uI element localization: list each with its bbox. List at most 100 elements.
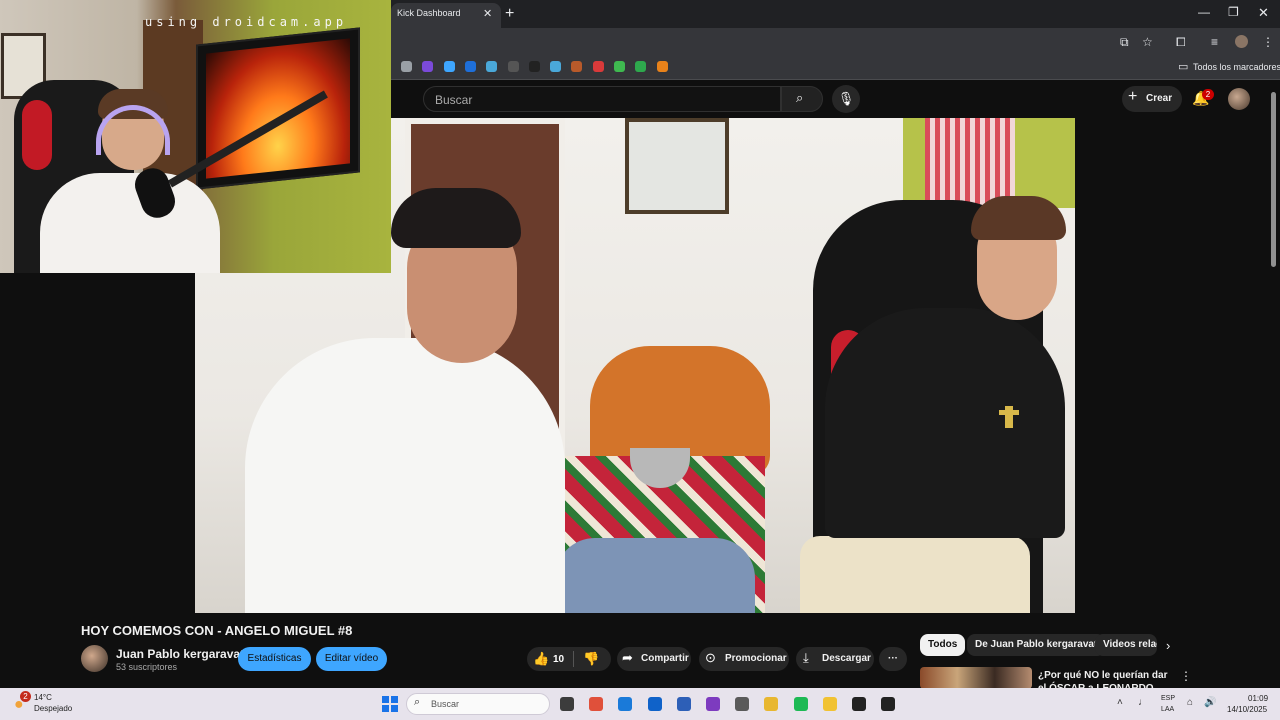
person1-hair: [391, 188, 521, 248]
channel-name[interactable]: Juan Pablo kergaravat: [116, 647, 244, 661]
bookmark-favicon[interactable]: [422, 61, 434, 72]
bookmark-favicon[interactable]: [550, 61, 562, 72]
taskbar-app-icon[interactable]: [881, 697, 896, 711]
taskbar-app-icon[interactable]: [618, 697, 633, 711]
taskbar-app-icon[interactable]: [735, 697, 750, 711]
person1-body: [245, 338, 565, 613]
search-button[interactable]: ⌕: [781, 86, 823, 112]
thumbs-up-icon[interactable]: 👍: [533, 651, 549, 667]
tab-close-icon[interactable]: ✕: [483, 7, 492, 20]
minimize-button[interactable]: —: [1198, 5, 1210, 19]
fireplace-tv: [196, 27, 360, 190]
media-icon[interactable]: ≡: [1211, 35, 1218, 49]
share-icon: ➦: [622, 650, 633, 665]
edit-video-button[interactable]: Editar vídeo: [316, 647, 387, 671]
tab-title[interactable]: Kick Dashboard: [397, 8, 461, 18]
voice-search-button[interactable]: 🎙: [832, 85, 860, 113]
tab-strip: [391, 0, 1280, 28]
like-count[interactable]: 10: [553, 654, 564, 665]
extensions-icon[interactable]: ⧠: [1176, 35, 1186, 50]
search-icon: ⌕: [414, 696, 421, 708]
weather-badge: 2: [20, 691, 31, 702]
avatar[interactable]: [1228, 88, 1250, 110]
maximize-button[interactable]: ❐: [1228, 5, 1239, 19]
chevron-up-icon[interactable]: ˄: [1117, 697, 1123, 708]
chevron-right-icon[interactable]: ›: [1166, 638, 1170, 653]
person2-hair: [971, 196, 1066, 240]
promote-icon: ⊙: [705, 650, 716, 665]
bookmarks-bar: [391, 54, 1280, 80]
weather-temperature[interactable]: 14°C: [34, 693, 52, 702]
taskbar-app-icon[interactable]: [764, 697, 779, 711]
taskbar-app-icon[interactable]: [589, 697, 604, 711]
more-actions-button[interactable]: ···: [879, 647, 907, 671]
person2-body: [825, 308, 1065, 538]
language-indicator[interactable]: ESP: [1161, 695, 1175, 702]
plus-icon: +: [1128, 88, 1138, 105]
cast-icon[interactable]: ⧉: [1120, 35, 1129, 50]
chip-from-channel[interactable]: De Juan Pablo kergaravat: [967, 634, 1106, 656]
bookmark-favicon[interactable]: [592, 61, 604, 72]
notification-badge: 2: [1202, 89, 1214, 100]
close-window-button[interactable]: ✕: [1258, 5, 1269, 21]
webcam-overlay: using droidcam.app: [0, 0, 391, 273]
keyboard-layout-indicator[interactable]: LAA: [1161, 706, 1174, 713]
recommended-thumbnail[interactable]: [920, 667, 1032, 689]
person2-necklace: [999, 406, 1019, 428]
thumbs-down-icon[interactable]: 👎: [583, 651, 599, 667]
download-icon: ⤓: [803, 650, 809, 665]
search-icon: ⌕: [796, 90, 804, 105]
bookmark-favicon[interactable]: [571, 61, 583, 72]
kebab-menu-icon[interactable]: ⋮: [1180, 669, 1192, 683]
bookmark-favicon[interactable]: [486, 61, 498, 72]
scene-curtain: [925, 118, 1015, 208]
recommended-title[interactable]: ¿Por qué NO le querían dar el ÓSCAR a LE…: [1038, 669, 1168, 689]
person1-jeans: [555, 538, 755, 613]
profile-icon[interactable]: [1235, 35, 1248, 48]
subscriber-count: 53 suscriptores: [116, 662, 178, 672]
clock-date[interactable]: 14/10/2025: [1227, 705, 1267, 714]
taskbar-app-icon[interactable]: [560, 697, 574, 711]
microphone-icon: 🎙: [837, 91, 855, 106]
star-icon[interactable]: ☆: [1142, 35, 1153, 49]
all-bookmarks-link[interactable]: Todos los marcadores: [1193, 62, 1280, 72]
volume-icon[interactable]: 🔊: [1204, 697, 1216, 708]
scene-picture: [625, 118, 729, 214]
taskbar-app-icon[interactable]: [647, 697, 662, 711]
page-scrollbar[interactable]: [1271, 92, 1276, 267]
clock-time[interactable]: 01:09: [1248, 694, 1268, 703]
person2-shorts: [800, 536, 1030, 613]
bookmark-favicon[interactable]: [507, 61, 519, 72]
weather-description[interactable]: Despejado: [34, 704, 72, 713]
search-input[interactable]: Buscar: [423, 86, 781, 112]
bookmark-favicon[interactable]: [401, 61, 412, 72]
taskbar-app-icon[interactable]: [852, 697, 866, 711]
channel-avatar[interactable]: [81, 645, 108, 672]
windows-taskbar: [0, 688, 1280, 720]
windows-start-icon[interactable]: [382, 696, 398, 712]
streamer: [40, 89, 220, 273]
taskbar-search-input[interactable]: Buscar: [406, 693, 550, 715]
streamer-shirt: [40, 173, 220, 273]
menu-icon[interactable]: ⋮: [1262, 35, 1274, 49]
bookmark-favicon[interactable]: [614, 61, 625, 72]
droidcam-watermark: using droidcam.app: [145, 15, 348, 29]
microphone-tray-icon[interactable]: ♩: [1138, 697, 1148, 708]
taskbar-app-icon[interactable]: [793, 697, 808, 711]
bookmark-favicon[interactable]: [528, 61, 540, 72]
taskbar-app-icon[interactable]: [676, 697, 691, 711]
bookmark-favicon[interactable]: [443, 61, 455, 72]
network-icon[interactable]: ⌂: [1187, 697, 1193, 708]
folder-icon[interactable]: ▭: [1178, 60, 1188, 73]
bookmark-favicon[interactable]: [656, 61, 668, 72]
taskbar-app-icon[interactable]: [706, 697, 720, 711]
video-title: HOY COMEMOS CON - ANGELO MIGUEL #8: [81, 623, 353, 638]
like-divider: [573, 651, 574, 667]
new-tab-button[interactable]: +: [505, 5, 514, 23]
stats-button[interactable]: Estadísticas: [238, 647, 311, 671]
taskbar-app-icon[interactable]: [822, 697, 837, 711]
chip-related[interactable]: Videos relac: [1095, 634, 1157, 656]
chip-all[interactable]: Todos: [920, 634, 966, 656]
bookmark-favicon[interactable]: [464, 61, 476, 72]
bookmark-favicon[interactable]: [635, 61, 647, 72]
